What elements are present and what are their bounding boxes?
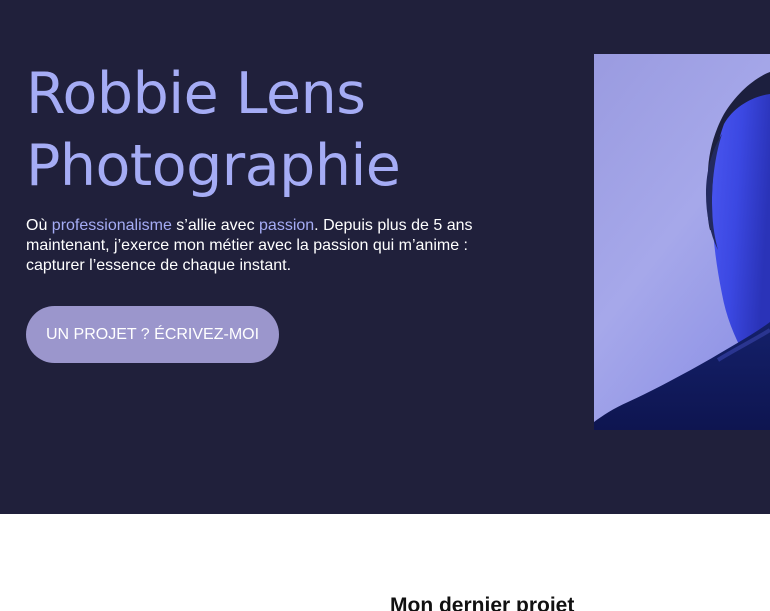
portrait-photo bbox=[594, 54, 770, 430]
hero-intro-text: Où professionalisme s’allie avec passion… bbox=[26, 216, 526, 276]
portrait-image bbox=[594, 54, 770, 430]
intro-part-2: s’allie avec bbox=[171, 217, 260, 234]
highlight-professionalism: professionalisme bbox=[51, 217, 172, 234]
page-title: Robbie Lens Photographie bbox=[26, 58, 566, 202]
hero-section: Robbie Lens Photographie Où professional… bbox=[0, 0, 770, 514]
contact-cta-button[interactable]: UN PROJET ? ÉCRIVEZ-MOI bbox=[26, 306, 279, 363]
latest-project-heading: Mon dernier projet bbox=[390, 594, 575, 611]
title-line-2: Photographie bbox=[26, 133, 401, 199]
highlight-passion: passion bbox=[259, 217, 315, 234]
intro-part-1: Où bbox=[26, 217, 52, 234]
title-line-1: Robbie Lens bbox=[26, 61, 366, 127]
